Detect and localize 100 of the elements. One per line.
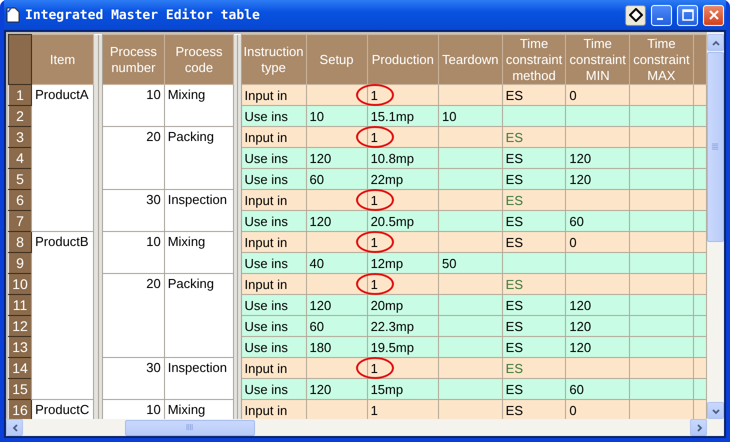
window-title: Integrated Master Editor table xyxy=(25,8,261,22)
table-cell: 15mp xyxy=(367,378,438,400)
process-number-cell: 30 xyxy=(102,358,164,400)
row-number[interactable]: 2 xyxy=(8,106,32,126)
scrollbar-thumb[interactable] xyxy=(707,52,724,242)
table-cell: ES xyxy=(502,378,566,400)
maximize-button[interactable] xyxy=(677,4,698,26)
column-header[interactable]: Teardown xyxy=(438,34,502,84)
table-cell: ES xyxy=(502,84,566,106)
column-header[interactable]: Process code xyxy=(164,34,234,84)
table-cell: ES xyxy=(502,168,566,190)
column-header[interactable]: Instruction type xyxy=(241,34,306,84)
table-cell: 120 xyxy=(566,148,630,168)
column-header[interactable]: Process number xyxy=(102,34,164,84)
table-cell: 120 xyxy=(306,210,368,232)
process-number-cell: 20 xyxy=(102,126,164,190)
table-cell: ES xyxy=(502,400,566,419)
row-number[interactable]: 4 xyxy=(8,148,32,168)
document-icon xyxy=(6,7,20,23)
row-number[interactable]: 7 xyxy=(8,210,32,232)
instruction-type-cell: Use ins xyxy=(241,106,306,126)
row-number[interactable]: 12 xyxy=(8,316,32,336)
row-number[interactable]: 14 xyxy=(8,358,32,378)
close-icon xyxy=(708,9,720,21)
instruction-type-cell: Use ins xyxy=(241,316,306,336)
process-code-cell: Packing xyxy=(164,126,234,190)
scroll-right-button[interactable] xyxy=(690,419,707,436)
table-cell: 120 xyxy=(566,168,630,190)
table-cell: ES xyxy=(502,190,566,210)
instruction-type-cell: Input in xyxy=(241,126,306,148)
process-code-cell: Packing xyxy=(164,274,234,358)
table-cell: 0 xyxy=(566,84,630,106)
table-cell: 50 xyxy=(438,252,502,274)
table-cell: 120 xyxy=(306,294,368,316)
table-cell: ES xyxy=(502,316,566,336)
process-code-cell: Inspection xyxy=(164,358,234,400)
row-number[interactable]: 9 xyxy=(8,252,32,274)
instruction-type-cell: Use ins xyxy=(241,378,306,400)
instruction-type-cell: Input in xyxy=(241,358,306,378)
row-number[interactable]: 8 xyxy=(8,232,32,252)
row-number[interactable]: 10 xyxy=(8,274,32,294)
process-code-cell: Mixing xyxy=(164,84,234,126)
grip-icon xyxy=(186,424,194,431)
row-number[interactable]: 1 xyxy=(8,84,32,106)
table-cell: 20.5mp xyxy=(367,210,438,232)
process-number-cell: 10 xyxy=(102,232,164,274)
instruction-type-cell: Input in xyxy=(241,274,306,294)
table-cell: ES xyxy=(502,210,566,232)
row-number[interactable]: 6 xyxy=(8,190,32,210)
process-code-cell: Mixing xyxy=(164,232,234,274)
table-cell: 120 xyxy=(566,336,630,358)
table-cell: 20mp xyxy=(367,294,438,316)
scroll-down-button[interactable] xyxy=(707,402,724,419)
diamond-icon xyxy=(628,8,642,22)
scroll-left-button[interactable] xyxy=(6,419,23,436)
table-cell: ES xyxy=(502,126,566,148)
table-cell: 60 xyxy=(306,316,368,336)
diamond-button[interactable] xyxy=(625,4,646,26)
table-cell: 19.5mp xyxy=(367,336,438,358)
column-header[interactable]: Item xyxy=(32,34,94,84)
table-cell: 10.8mp xyxy=(367,148,438,168)
table-cell: ES xyxy=(502,294,566,316)
instruction-type-cell: Use ins xyxy=(241,252,306,274)
instruction-type-cell: Use ins xyxy=(241,336,306,358)
row-number[interactable]: 5 xyxy=(8,168,32,190)
row-number[interactable]: 15 xyxy=(8,378,32,400)
table-cell: 1 xyxy=(367,400,438,419)
row-number[interactable]: 13 xyxy=(8,336,32,358)
item-cell: ProductC xyxy=(32,400,94,419)
process-code-cell: Inspection xyxy=(164,190,234,232)
table-cell: ES xyxy=(502,232,566,252)
column-header[interactable]: Time constraint MIN xyxy=(566,34,630,84)
close-button[interactable] xyxy=(703,4,724,26)
table-cell: ES xyxy=(502,336,566,358)
column-header[interactable]: Time constraint MAX xyxy=(630,34,694,84)
instruction-type-cell: Use ins xyxy=(241,168,306,190)
table-cell: 60 xyxy=(306,168,368,190)
table-cell: 120 xyxy=(306,378,368,400)
row-number[interactable]: 11 xyxy=(8,294,32,316)
grip-icon xyxy=(712,143,719,151)
instruction-type-cell: Use ins xyxy=(241,294,306,316)
table-cell: 40 xyxy=(306,252,368,274)
process-number-cell: 20 xyxy=(102,274,164,358)
process-code-cell: Mixing xyxy=(164,400,234,419)
column-header[interactable]: Setup xyxy=(306,34,368,84)
table-cell: 22mp xyxy=(367,168,438,190)
scroll-up-button[interactable] xyxy=(707,34,724,51)
instruction-type-cell: Input in xyxy=(241,84,306,106)
row-number[interactable]: 3 xyxy=(8,126,32,148)
scrollbar-thumb[interactable] xyxy=(125,420,255,436)
process-number-cell: 30 xyxy=(102,190,164,232)
table-cell: 120 xyxy=(306,148,368,168)
instruction-type-cell: Use ins xyxy=(241,148,306,168)
table-cell: 120 xyxy=(566,294,630,316)
minimize-button[interactable] xyxy=(651,4,672,26)
table-cell: 120 xyxy=(566,316,630,336)
instruction-type-cell: Input in xyxy=(241,190,306,210)
column-header[interactable]: Production xyxy=(367,34,438,84)
row-number[interactable]: 16 xyxy=(8,400,32,419)
column-header[interactable]: Time constraint method xyxy=(502,34,566,84)
